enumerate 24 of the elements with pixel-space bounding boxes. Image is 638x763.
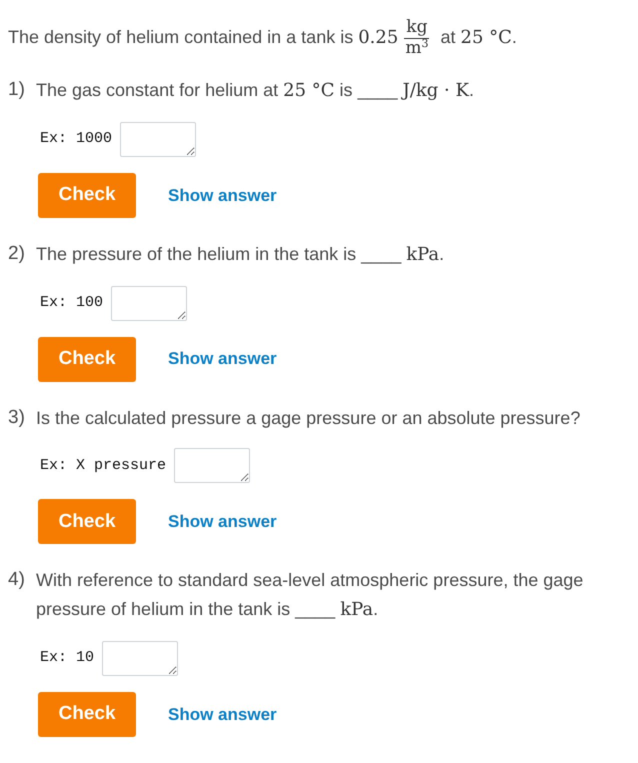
example-hint: Ex: 1000 bbox=[40, 129, 112, 150]
show-answer-link[interactable]: Show answer bbox=[168, 702, 277, 728]
answer-field[interactable] bbox=[174, 448, 250, 484]
check-button[interactable]: Check bbox=[38, 336, 136, 382]
example-hint: Ex: X pressure bbox=[40, 456, 166, 476]
check-button[interactable]: Check bbox=[38, 499, 136, 544]
question-text: With reference to standard sea-level atmospheric pressure, the gage pressure of helium in the tank is ____ kPa. bbox=[36, 569, 584, 622]
question-number: 2) bbox=[8, 242, 26, 266]
example-hint: Ex: 100 bbox=[40, 292, 104, 313]
check-button[interactable]: Check bbox=[38, 172, 136, 218]
answer-field[interactable] bbox=[111, 286, 188, 321]
question-number: 4) bbox=[8, 568, 26, 592]
question-text: The pressure of the helium in the tank is ____ kPa. bbox=[36, 242, 444, 267]
question-text: The gas constant for helium at 25 °C is ____ J/kg · K. bbox=[36, 79, 474, 104]
question-number: 1) bbox=[8, 78, 26, 102]
question-text: Is the calculated pressure a gage pressure or an absolute pressure? bbox=[36, 406, 580, 430]
show-answer-link[interactable]: Show answer bbox=[168, 509, 277, 535]
show-answer-link[interactable]: Show answer bbox=[168, 346, 277, 372]
question-number: 3) bbox=[8, 406, 26, 430]
show-answer-link[interactable]: Show answer bbox=[168, 182, 277, 208]
answer-field[interactable] bbox=[120, 122, 196, 157]
answer-field[interactable] bbox=[102, 641, 178, 676]
example-hint: Ex: 10 bbox=[40, 648, 94, 668]
check-button[interactable]: Check bbox=[38, 692, 136, 738]
